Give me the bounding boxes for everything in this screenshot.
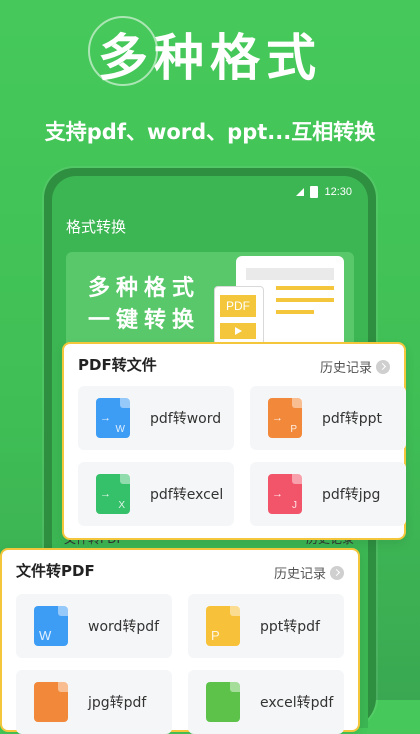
jpg-file-icon xyxy=(34,682,68,722)
word-file-icon: → W xyxy=(96,398,130,438)
card-title-pdf-to-file: PDF转文件 xyxy=(78,354,157,377)
tile-label: excel转pdf xyxy=(260,695,334,711)
file-to-pdf-card: 文件转PDF 历史记录 W word转pdf P ppt转pdf jpg转pdf… xyxy=(0,548,360,734)
status-bar: 12:30 xyxy=(296,186,352,198)
tile-pdf-to-word[interactable]: → W pdf转word xyxy=(78,386,234,450)
banner-line-2: 一键转换 xyxy=(88,308,201,333)
tile-label: word转pdf xyxy=(88,619,160,635)
tile-pdf-to-jpg[interactable]: → J pdf转jpg xyxy=(250,462,406,526)
excel-file-icon: → X xyxy=(96,474,130,514)
tile-ppt-to-pdf[interactable]: P ppt转pdf xyxy=(188,594,344,658)
hero-title: 多种格式 xyxy=(98,29,322,87)
play-icon xyxy=(220,323,256,339)
history-link[interactable]: 历史记录 xyxy=(274,563,344,582)
banner-line-1: 多种格式 xyxy=(88,276,201,301)
tile-label: jpg转pdf xyxy=(88,695,147,711)
battery-icon xyxy=(310,186,319,198)
ppt-file-icon: P xyxy=(206,606,240,646)
chevron-right-icon xyxy=(330,565,344,580)
pdf-tag: PDF xyxy=(220,295,256,317)
jpg-file-icon: → J xyxy=(268,474,302,514)
ppt-file-icon: → P xyxy=(268,398,302,438)
word-file-icon: W xyxy=(34,606,68,646)
tile-label: ppt转pdf xyxy=(260,619,320,635)
hero-subtitle: 支持pdf、word、ppt...互相转换 xyxy=(44,120,376,144)
tile-label: pdf转ppt xyxy=(322,411,382,427)
signal-icon xyxy=(296,188,305,196)
tile-jpg-to-pdf[interactable]: jpg转pdf xyxy=(16,670,172,734)
tile-excel-to-pdf[interactable]: excel转pdf xyxy=(188,670,344,734)
tile-label: pdf转jpg xyxy=(322,487,381,503)
excel-file-icon xyxy=(206,682,240,722)
app-title: 格式转换 xyxy=(66,218,127,236)
tile-label: pdf转excel xyxy=(150,487,224,503)
tile-word-to-pdf[interactable]: W word转pdf xyxy=(16,594,172,658)
card-title-file-to-pdf: 文件转PDF xyxy=(16,560,95,583)
chevron-right-icon xyxy=(376,359,390,374)
pdf-file-illustration: PDF xyxy=(214,286,264,348)
tile-label: pdf转word xyxy=(150,411,222,427)
pdf-to-file-card: PDF转文件 历史记录 → W pdf转word → P pdf转ppt → X pd… xyxy=(62,342,406,540)
tile-pdf-to-ppt[interactable]: → P pdf转ppt xyxy=(250,386,406,450)
history-link[interactable]: 历史记录 xyxy=(320,357,390,376)
status-time: 12:30 xyxy=(324,186,352,198)
tile-pdf-to-excel[interactable]: → X pdf转excel xyxy=(78,462,234,526)
